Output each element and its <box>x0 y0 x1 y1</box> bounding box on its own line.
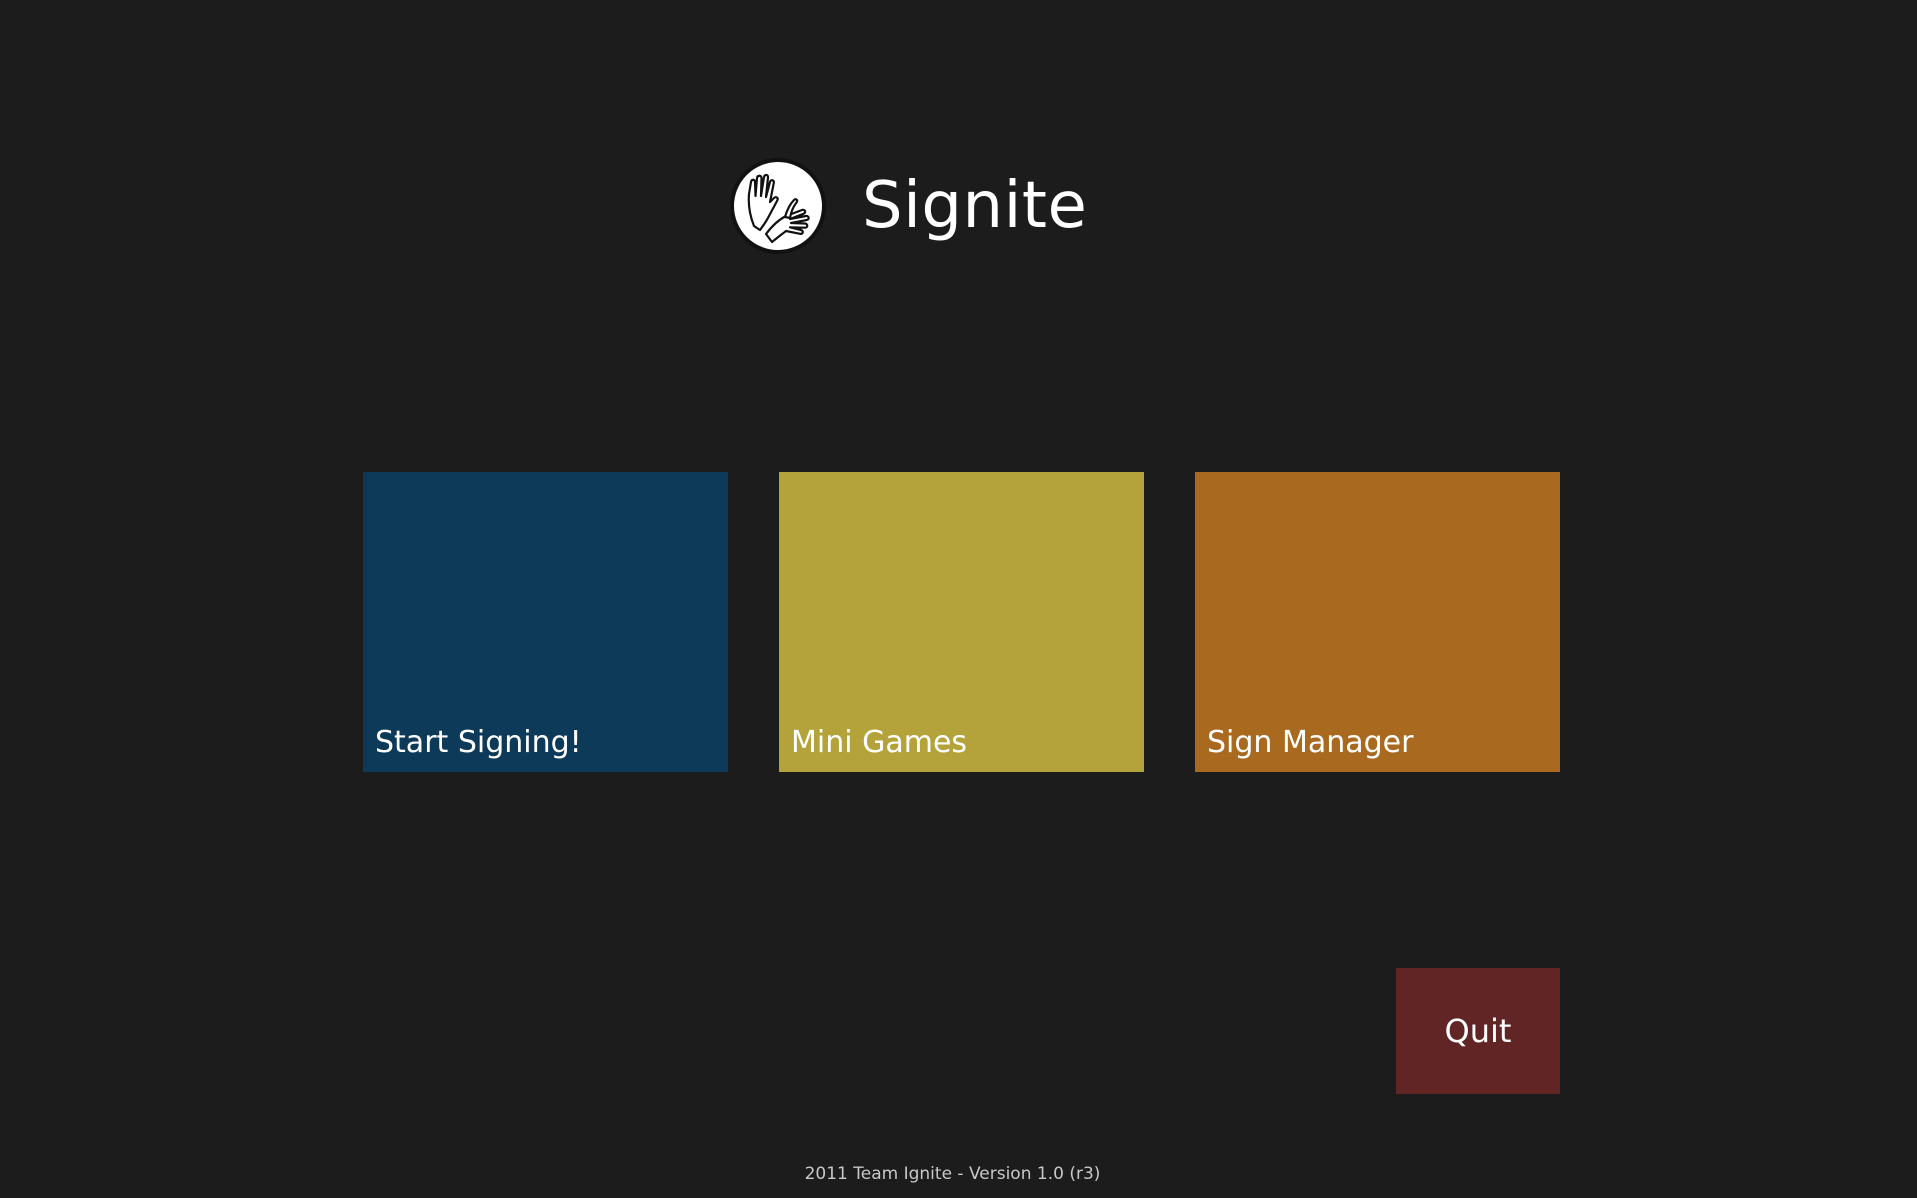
mini-games-tile[interactable]: Mini Games <box>779 472 1144 772</box>
sign-manager-label: Sign Manager <box>1207 725 1414 760</box>
app-title: Signite <box>862 169 1088 243</box>
quit-label: Quit <box>1444 1012 1512 1050</box>
start-signing-label: Start Signing! <box>375 725 582 760</box>
signing-hands-icon <box>730 158 826 254</box>
mini-games-label: Mini Games <box>791 725 968 760</box>
quit-button[interactable]: Quit <box>1396 968 1560 1094</box>
app-header: Signite <box>730 156 1087 256</box>
start-signing-tile[interactable]: Start Signing! <box>363 472 728 772</box>
version-footer: 2011 Team Ignite - Version 1.0 (r3) <box>804 1164 1101 1184</box>
sign-manager-tile[interactable]: Sign Manager <box>1195 472 1560 772</box>
